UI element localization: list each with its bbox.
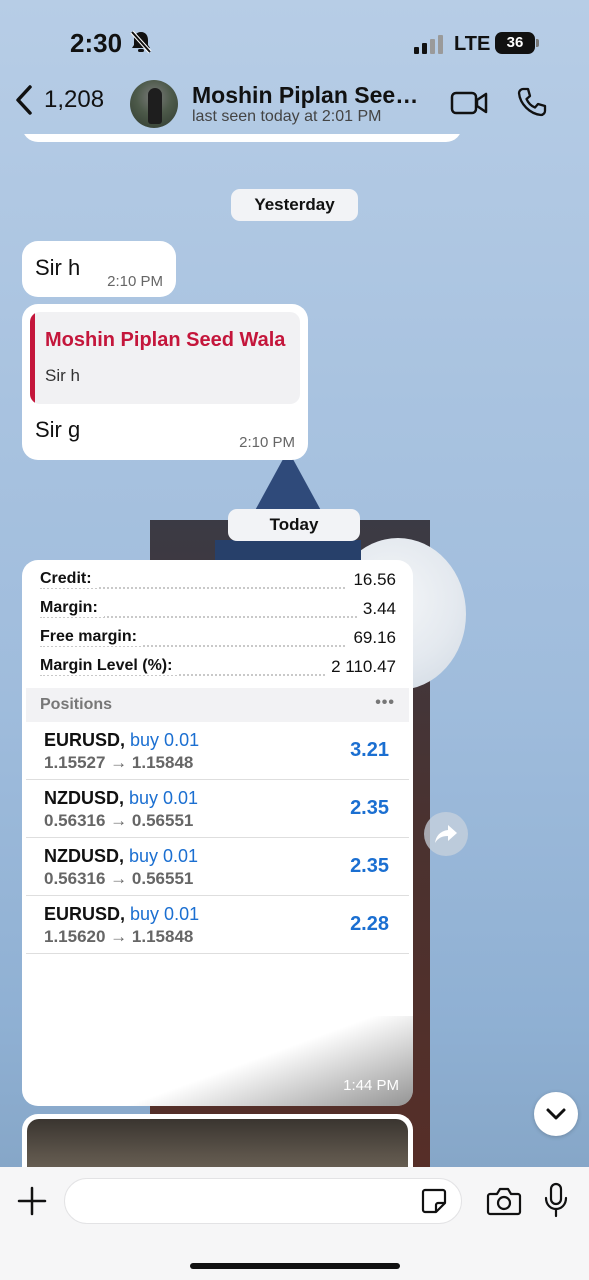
account-label: Credit: — [40, 570, 98, 588]
battery-icon: 36 — [495, 32, 539, 54]
back-chevron-icon — [16, 85, 32, 115]
account-value: 16.56 — [347, 570, 396, 590]
camera-icon[interactable] — [486, 1186, 522, 1216]
account-label: Free margin: — [40, 628, 143, 646]
chevron-down-icon — [546, 1108, 566, 1120]
position-profit: 2.35 — [350, 797, 389, 819]
position-title: NZDUSD, buy 0.01 — [44, 846, 198, 867]
scroll-to-bottom-button[interactable] — [534, 1092, 578, 1136]
unread-count: 1,208 — [44, 86, 105, 113]
contact-name[interactable]: Moshin Piplan Seed Wala — [192, 82, 427, 109]
message-text: Sir g — [35, 417, 81, 442]
account-label: Margin Level (%): — [40, 657, 179, 675]
account-value: 3.44 — [356, 599, 396, 619]
composer-bar — [0, 1167, 589, 1280]
forward-icon — [435, 825, 457, 843]
video-icon[interactable] — [450, 90, 488, 116]
chat-header: 1,208 Moshin Piplan Seed Wala last seen … — [0, 68, 589, 136]
positions-label: Positions — [40, 696, 113, 713]
account-row: Margin Level (%): 2 110.47 — [40, 657, 396, 681]
signal-icon — [414, 35, 443, 54]
position-profit: 3.21 — [350, 739, 389, 761]
message-time: 2:10 PM — [107, 273, 163, 290]
image-message[interactable]: Credit: 16.56 Margin: 3.44 Free margin: … — [22, 560, 413, 1106]
sticker-icon[interactable] — [420, 1187, 448, 1215]
position-profit: 2.28 — [350, 913, 389, 935]
previous-message-bubble[interactable] — [22, 134, 462, 142]
message-input[interactable] — [64, 1178, 462, 1224]
plus-icon[interactable] — [16, 1185, 48, 1217]
account-value: 69.16 — [347, 628, 396, 648]
position-side: buy 0.01 — [129, 788, 199, 808]
position-side: buy 0.01 — [129, 846, 199, 866]
position-row: EURUSD, buy 0.01 1.15620 → 1.15848 2.28 — [26, 896, 409, 954]
position-side: buy 0.01 — [130, 904, 200, 924]
position-row: NZDUSD, buy 0.01 0.56316 → 0.56551 2.35 — [26, 838, 409, 896]
date-separator-yesterday: Yesterday — [231, 189, 358, 221]
next-image-message[interactable] — [22, 1114, 413, 1167]
position-row: NZDUSD, buy 0.01 0.56316 → 0.56551 2.35 — [26, 780, 409, 838]
quoted-author: Moshin Piplan Seed Wala — [45, 329, 286, 351]
position-row: EURUSD, buy 0.01 1.15527 → 1.15848 3.21 — [26, 722, 409, 780]
home-indicator[interactable] — [190, 1263, 400, 1269]
position-profit: 2.35 — [350, 855, 389, 877]
quote-accent-bar — [30, 312, 35, 404]
position-prices: 0.56316 → 0.56551 — [44, 811, 194, 830]
network-label: LTE — [454, 33, 491, 55]
avatar-figure — [148, 88, 162, 124]
avatar[interactable] — [130, 80, 178, 128]
message-time: 1:44 PM — [343, 1077, 399, 1094]
chat-area[interactable]: Yesterday Sir h 2:10 PM Moshin Piplan Se… — [0, 134, 589, 1167]
reply-message-bubble[interactable]: Moshin Piplan Seed Wala Sir h Sir g 2:10… — [22, 304, 308, 460]
message-bubble[interactable]: Sir h 2:10 PM — [22, 241, 176, 297]
position-prices: 1.15620 → 1.15848 — [44, 927, 194, 946]
bell-off-icon — [130, 30, 152, 54]
position-symbol: EURUSD, — [44, 904, 126, 924]
position-side: buy 0.01 — [130, 730, 200, 750]
position-symbol: EURUSD, — [44, 730, 126, 750]
back-button[interactable]: 1,208 — [12, 80, 104, 120]
position-prices: 1.15527 → 1.15848 — [44, 753, 194, 772]
position-symbol: NZDUSD, — [44, 846, 124, 866]
quoted-text: Sir h — [45, 366, 80, 385]
forward-button[interactable] — [424, 812, 468, 856]
account-value: 2 110.47 — [325, 657, 396, 677]
phone-icon[interactable] — [516, 86, 548, 118]
message-time: 2:10 PM — [239, 434, 295, 451]
message-text: Sir h — [35, 255, 81, 280]
positions-header: Positions ••• — [26, 688, 409, 722]
last-seen-status: last seen today at 2:01 PM — [192, 108, 382, 125]
status-time: 2:30 — [70, 28, 123, 58]
position-symbol: NZDUSD, — [44, 788, 124, 808]
date-separator-today: Today — [228, 509, 360, 541]
image-preview — [27, 1119, 408, 1167]
more-icon: ••• — [375, 694, 395, 711]
mic-icon[interactable] — [543, 1182, 569, 1218]
account-row: Margin: 3.44 — [40, 599, 396, 623]
battery-tip — [536, 39, 539, 47]
position-title: NZDUSD, buy 0.01 — [44, 788, 198, 809]
position-prices: 0.56316 → 0.56551 — [44, 869, 194, 888]
position-title: EURUSD, buy 0.01 — [44, 730, 199, 751]
quoted-message[interactable]: Moshin Piplan Seed Wala Sir h — [30, 312, 300, 404]
account-label: Margin: — [40, 599, 104, 617]
battery-level: 36 — [495, 32, 535, 54]
account-row: Free margin: 69.16 — [40, 628, 396, 652]
account-row: Credit: 16.56 — [40, 570, 396, 594]
position-title: EURUSD, buy 0.01 — [44, 904, 199, 925]
